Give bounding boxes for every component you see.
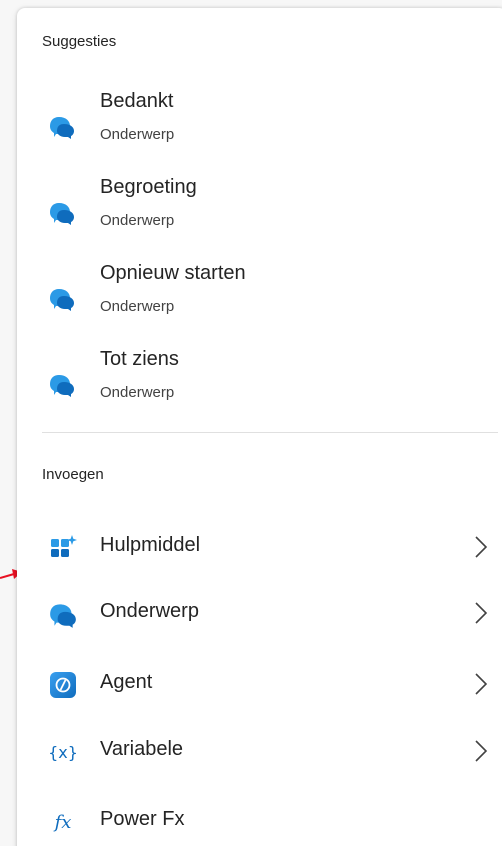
insert-item-label: Agent bbox=[100, 671, 153, 693]
insert-item-label: Variabele bbox=[100, 738, 184, 760]
suggestion-item-bedankt[interactable]: Bedankt Onderwerp bbox=[42, 90, 482, 166]
insert-header: Invoegen bbox=[42, 466, 104, 483]
fx-icon: fx bbox=[53, 812, 72, 833]
agent-icon bbox=[50, 672, 76, 698]
suggestion-subtitle: Onderwerp bbox=[100, 126, 175, 143]
suggestion-title: Opnieuw starten bbox=[100, 262, 246, 284]
chevron-right-icon bbox=[475, 740, 488, 762]
chat-bubbles-icon bbox=[50, 203, 74, 225]
insert-item-power-fx[interactable]: fx Power Fx bbox=[42, 795, 498, 846]
chat-bubbles-icon bbox=[50, 117, 74, 139]
chat-bubbles-icon bbox=[50, 375, 74, 397]
suggestion-title: Bedankt bbox=[100, 90, 174, 112]
insert-item-label: Power Fx bbox=[100, 808, 185, 830]
chevron-right-icon bbox=[475, 602, 488, 624]
suggestion-subtitle: Onderwerp bbox=[100, 298, 175, 315]
canvas: Suggesties Bedankt Onderwerp Begroeting … bbox=[0, 0, 502, 846]
insert-item-onderwerp[interactable]: Onderwerp bbox=[42, 587, 498, 639]
variable-braces-icon: {x} bbox=[48, 743, 78, 762]
suggestion-item-opnieuw-starten[interactable]: Opnieuw starten Onderwerp bbox=[42, 262, 482, 338]
chat-bubbles-icon bbox=[50, 289, 74, 311]
suggestion-title: Begroeting bbox=[100, 176, 197, 198]
suggestion-title: Tot ziens bbox=[100, 348, 179, 370]
insert-item-agent[interactable]: Agent bbox=[42, 658, 498, 710]
chat-bubbles-icon bbox=[50, 604, 76, 628]
svg-text:{x}: {x} bbox=[48, 743, 78, 762]
tool-grid-sparkle-icon bbox=[51, 535, 77, 557]
suggestion-item-begroeting[interactable]: Begroeting Onderwerp bbox=[42, 176, 482, 252]
suggestion-item-tot-ziens[interactable]: Tot ziens Onderwerp bbox=[42, 348, 482, 424]
chevron-right-icon bbox=[475, 673, 488, 695]
insert-item-label: Onderwerp bbox=[100, 600, 199, 622]
suggestion-subtitle: Onderwerp bbox=[100, 212, 175, 229]
suggestions-header: Suggesties bbox=[42, 33, 117, 50]
insert-item-hulpmiddel[interactable]: Hulpmiddel bbox=[42, 521, 498, 573]
insert-item-variabele[interactable]: {x} Variabele bbox=[42, 725, 498, 777]
suggestion-subtitle: Onderwerp bbox=[100, 384, 175, 401]
insert-item-label: Hulpmiddel bbox=[100, 534, 201, 556]
svg-text:fx: fx bbox=[53, 812, 72, 833]
section-divider bbox=[42, 432, 498, 433]
chevron-right-icon bbox=[475, 536, 488, 558]
